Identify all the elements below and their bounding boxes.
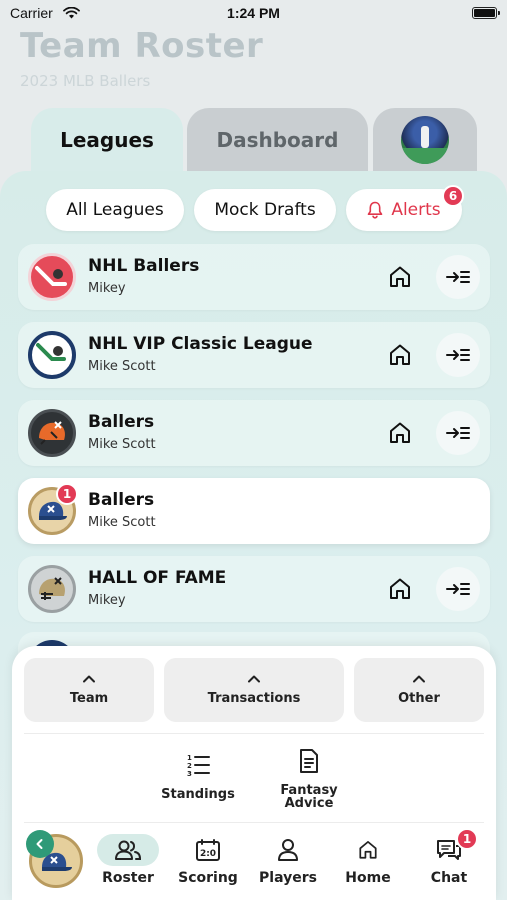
nav-label: Chat: [430, 870, 468, 886]
nav-players[interactable]: Players: [253, 834, 323, 886]
league-name: HALL OF FAME: [88, 568, 227, 588]
home-icon[interactable]: [386, 419, 414, 447]
svg-text:3: 3: [187, 770, 192, 778]
svg-text:2: 2: [187, 762, 192, 770]
scoreboard-icon: 2:0: [196, 839, 220, 861]
filter-all-leagues[interactable]: All Leagues: [46, 189, 184, 231]
divider: [24, 733, 484, 734]
league-notification-badge: 1: [56, 483, 78, 505]
nav-scoring[interactable]: 2:0 Scoring: [173, 834, 243, 886]
chevron-up-icon: [83, 675, 95, 683]
nav-label: Roster: [102, 870, 154, 886]
enter-league-button[interactable]: [436, 255, 480, 299]
standings-button[interactable]: 1 2 3 Standings: [158, 752, 238, 801]
fantasy-advice-button[interactable]: Fantasy Advice: [269, 748, 349, 810]
league-row[interactable]: NHL Ballers Mikey: [18, 244, 490, 310]
status-time: 1:24 PM: [227, 5, 280, 21]
users-icon: [115, 840, 142, 860]
person-icon: [278, 839, 298, 861]
hockey-stick-red-logo-icon: [28, 253, 76, 301]
league-name: Ballers: [88, 490, 155, 510]
document-icon: [300, 749, 318, 773]
league-owner: Mikey: [88, 281, 126, 296]
arrow-into-list-icon: [446, 427, 470, 439]
home-icon[interactable]: [386, 575, 414, 603]
status-bar: Carrier 1:24 PM: [0, 0, 507, 28]
collapse-button[interactable]: [26, 830, 54, 858]
arrow-into-list-icon: [446, 349, 470, 361]
league-row[interactable]: HALL OF FAME Mikey: [18, 556, 490, 622]
arrow-into-list-icon: [446, 271, 470, 283]
league-row[interactable]: NHL VIP Classic League Mike Scott: [18, 322, 490, 388]
nav-label: Home: [345, 870, 391, 886]
page-subtitle: 2023 MLB Ballers: [20, 72, 151, 90]
fantasy-advice-label-line2: Advice: [284, 796, 334, 811]
home-icon[interactable]: [386, 263, 414, 291]
nav-roster[interactable]: Roster: [93, 834, 163, 886]
league-name: Ballers: [88, 412, 155, 432]
nav-label: Players: [259, 870, 317, 886]
football-helmet-orange-logo-icon: [28, 409, 76, 457]
category-transactions-button[interactable]: Transactions: [164, 658, 344, 722]
home-icon[interactable]: [386, 341, 414, 369]
tab-dashboard[interactable]: Dashboard: [187, 108, 368, 180]
bell-icon: [368, 201, 383, 219]
category-label: Other: [398, 691, 440, 706]
league-owner: Mike Scott: [88, 359, 156, 374]
league-owner: Mikey: [88, 593, 126, 608]
category-label: Team: [69, 691, 109, 706]
hockey-stick-navy-logo-icon: [28, 331, 76, 379]
standings-label: Standings: [161, 787, 235, 802]
league-row[interactable]: Ballers Mike Scott: [18, 400, 490, 466]
alerts-count-badge: 6: [442, 185, 464, 207]
battery-icon: [472, 7, 500, 19]
tab-leagues[interactable]: Leagues: [31, 108, 183, 180]
chevron-up-icon: [248, 675, 260, 683]
league-row-selected[interactable]: 1 Ballers Mike Scott: [18, 478, 490, 544]
category-team-button[interactable]: Team: [24, 658, 154, 722]
football-helmet-silver-logo-icon: [28, 565, 76, 613]
divider: [24, 822, 484, 823]
tab-team-avatar[interactable]: [373, 108, 477, 180]
enter-league-button[interactable]: [436, 333, 480, 377]
league-name: NHL Ballers: [88, 256, 200, 276]
league-name: NHL VIP Classic League: [88, 334, 313, 354]
chevron-left-icon: [36, 839, 43, 849]
svg-text:2:0: 2:0: [200, 849, 216, 859]
arrow-into-list-icon: [446, 583, 470, 595]
enter-league-button[interactable]: [436, 411, 480, 455]
league-owner: Mike Scott: [88, 515, 156, 530]
nav-home[interactable]: Home: [333, 834, 403, 886]
svg-text:1: 1: [187, 754, 192, 762]
filter-mock-drafts[interactable]: Mock Drafts: [194, 189, 336, 231]
category-label: Transactions: [207, 691, 301, 706]
numbered-list-icon: 1 2 3: [187, 754, 210, 778]
category-other-button[interactable]: Other: [354, 658, 484, 722]
nav-label: Scoring: [178, 870, 238, 886]
chat-unread-badge: 1: [456, 828, 478, 850]
page-title: Team Roster: [20, 26, 264, 66]
team-avatar-image: [401, 116, 449, 164]
alerts-label: Alerts: [391, 200, 441, 220]
chevron-up-icon: [413, 675, 425, 683]
enter-league-button[interactable]: [436, 567, 480, 611]
league-owner: Mike Scott: [88, 437, 156, 452]
home-icon: [359, 841, 377, 859]
